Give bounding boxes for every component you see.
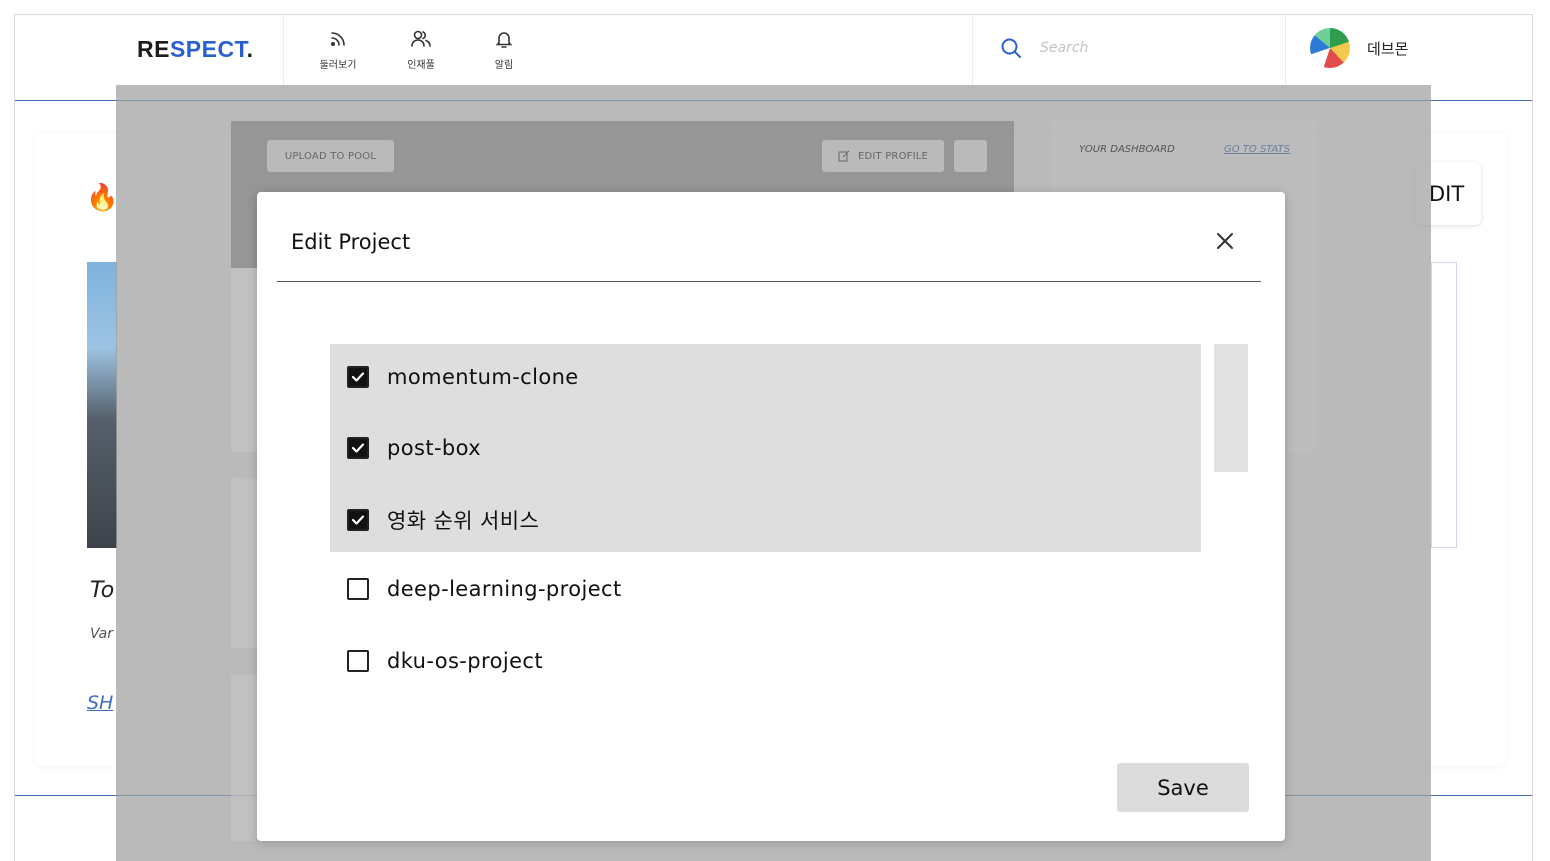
- project-label: deep-learning-project: [387, 577, 622, 601]
- project-item-dku-os-project[interactable]: dku-os-project: [347, 646, 543, 676]
- checkmark-icon: [351, 443, 365, 453]
- background-block: [231, 478, 257, 648]
- project-item-deep-learning-project[interactable]: deep-learning-project: [347, 574, 622, 604]
- project-label: post-box: [387, 436, 482, 460]
- project-label: 영화 순위 서비스: [387, 509, 540, 533]
- logo-suffix: .: [246, 36, 254, 62]
- edit-icon: [838, 150, 850, 162]
- checkbox-checked[interactable]: [347, 366, 369, 388]
- checkbox-checked[interactable]: [347, 437, 369, 459]
- background-side-panel: [1431, 262, 1457, 548]
- nav-item-talent-pool[interactable]: 인재풀: [391, 28, 451, 71]
- header-divider: [1285, 15, 1286, 85]
- project-item-momentum-clone[interactable]: momentum-clone: [347, 362, 579, 392]
- checkmark-icon: [351, 515, 365, 525]
- logo-prefix: RE: [137, 36, 170, 62]
- people-icon: [411, 30, 431, 47]
- checkmark-icon: [351, 372, 365, 382]
- search-input[interactable]: Search: [1040, 40, 1088, 56]
- upload-to-pool-button: UPLOAD TO POOL: [267, 140, 394, 172]
- go-to-stats-link: GO TO STATS: [1224, 144, 1291, 155]
- modal-divider: [277, 281, 1261, 282]
- background-block: [231, 675, 257, 841]
- modal-title: Edit Project: [291, 230, 411, 254]
- feed-icon: [331, 32, 345, 47]
- more-button: [954, 140, 987, 172]
- checkbox-unchecked[interactable]: [347, 650, 369, 672]
- edit-profile-label: EDIT PROFILE: [857, 150, 929, 162]
- bell-icon: [495, 32, 513, 48]
- background-card-title: To: [90, 578, 115, 603]
- project-item-post-box[interactable]: post-box: [347, 433, 481, 463]
- profile-panel: [231, 268, 257, 452]
- project-label: momentum-clone: [387, 365, 579, 389]
- edit-profile-button: EDIT PROFILE: [822, 140, 944, 172]
- search-icon[interactable]: [1000, 37, 1022, 59]
- avatar[interactable]: [1310, 28, 1350, 68]
- edit-project-modal: Edit Project momentum-clone post-box 영화 …: [257, 192, 1285, 841]
- logo-accent: SPECT: [169, 36, 247, 62]
- project-label: dku-os-project: [387, 649, 543, 673]
- checkbox-checked[interactable]: [347, 509, 369, 531]
- upload-label: UPLOAD TO POOL: [284, 150, 377, 162]
- nav-item-notifications[interactable]: 알림: [474, 28, 534, 71]
- background-card-subtitle: Var: [90, 626, 114, 642]
- background-edit-label: DIT: [1429, 182, 1465, 206]
- save-button[interactable]: Save: [1117, 763, 1249, 812]
- fire-icon: 🔥: [86, 183, 119, 213]
- background-photo: [87, 262, 117, 548]
- checkbox-unchecked[interactable]: [347, 578, 369, 600]
- project-item-movie-ranking[interactable]: 영화 순위 서비스: [347, 505, 539, 535]
- nav-label-notifications: 알림: [494, 60, 514, 71]
- nav-label-talent-pool: 인재풀: [407, 60, 435, 71]
- header-divider: [972, 15, 973, 85]
- list-scrollbar[interactable]: [1214, 344, 1248, 472]
- nav-label-browse: 둘러보기: [319, 60, 357, 71]
- header-divider: [283, 15, 284, 85]
- background-show-link: SH: [87, 692, 114, 714]
- respect-logo[interactable]: RESPECT.: [137, 36, 253, 63]
- nav-item-browse[interactable]: 둘러보기: [308, 28, 368, 71]
- dashboard-title: YOUR DASHBOARD: [1079, 144, 1175, 155]
- user-name[interactable]: 데브몬: [1367, 38, 1408, 59]
- close-icon[interactable]: [1212, 228, 1238, 254]
